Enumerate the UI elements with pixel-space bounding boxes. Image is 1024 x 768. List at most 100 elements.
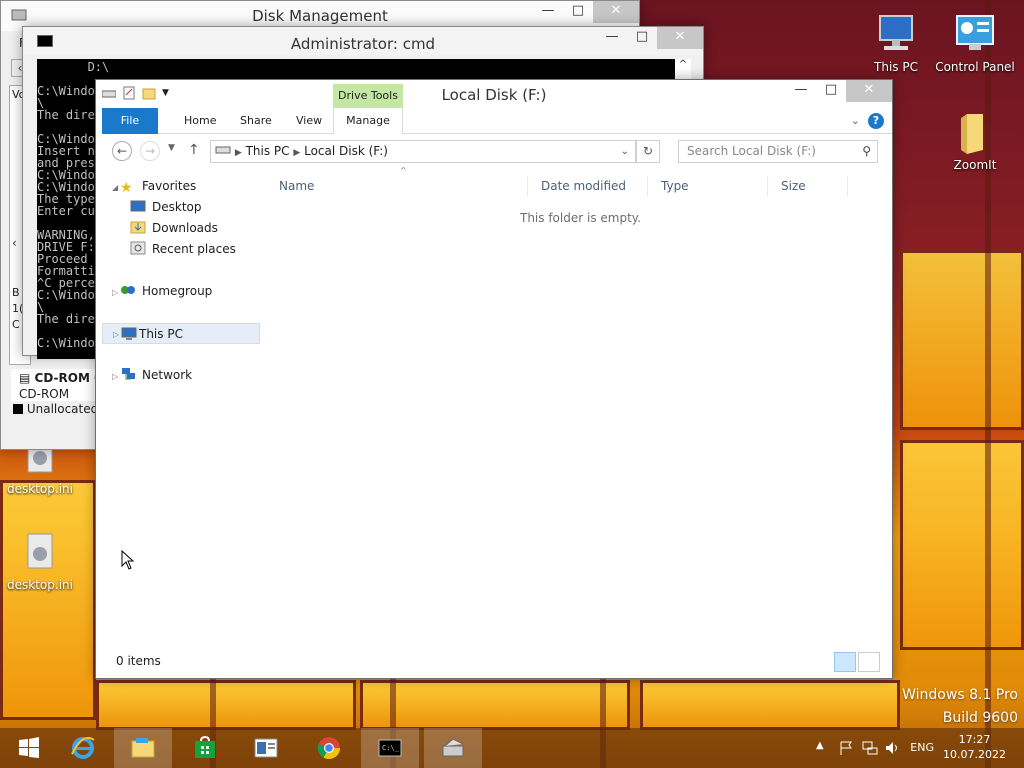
document-icon: [254, 736, 278, 760]
help-icon[interactable]: ?: [868, 113, 884, 129]
expand-arrow-icon[interactable]: ▷: [112, 288, 118, 297]
clock-time: 17:27: [958, 733, 991, 746]
column-date-modified[interactable]: Date modified: [528, 176, 648, 196]
column-size[interactable]: Size: [768, 176, 848, 196]
legend-unallocated: Unallocated: [13, 402, 98, 416]
breadcrumb-this-pc[interactable]: This PC: [246, 144, 290, 158]
desktop-icon-zoomit[interactable]: ZoomIt: [935, 110, 1015, 172]
disk-management-icon: [441, 736, 465, 760]
cd-drive-icon: ▤: [19, 371, 31, 385]
nav-item-recent-places[interactable]: Recent places: [130, 239, 236, 260]
recent-locations-icon[interactable]: ▼: [168, 143, 175, 153]
homegroup-icon: [120, 283, 136, 297]
search-input[interactable]: Search Local Disk (F:) ⚲: [678, 140, 878, 163]
store-icon: [193, 735, 217, 760]
scroll-left-icon[interactable]: ‹: [12, 236, 17, 250]
show-hidden-icons-icon[interactable]: ▲: [816, 740, 832, 756]
taskbar-internet-explorer[interactable]: [54, 728, 112, 768]
legend-label: Unallocated: [26, 402, 99, 416]
computer-icon: [121, 327, 137, 341]
clock[interactable]: 17:27 10.07.2022: [943, 732, 1006, 762]
column-type[interactable]: Type: [648, 176, 768, 196]
nav-item-this-pc[interactable]: ▷ This PC: [102, 323, 260, 344]
navigation-pane: ◢ ★ Favorites Desktop Downloads Recent pl…: [102, 176, 260, 644]
taskbar-file-explorer[interactable]: [114, 728, 172, 768]
desktop-icon-desktop-ini-2[interactable]: desktop.ini: [0, 530, 80, 592]
volume-icon[interactable]: [884, 740, 900, 756]
taskbar: C:\_ ▲ ENG 17:27 10.07.2022: [0, 728, 1024, 768]
address-dropdown-icon[interactable]: ⌄: [621, 141, 629, 162]
expand-ribbon-icon[interactable]: ⌄: [851, 114, 860, 127]
large-icons-view-button[interactable]: [858, 652, 880, 672]
minimize-button[interactable]: —: [786, 80, 816, 102]
details-view-button[interactable]: [834, 652, 856, 672]
nav-item-favorites[interactable]: ★ Favorites: [120, 176, 196, 197]
sort-ascending-icon: ^: [400, 166, 407, 175]
maximize-button[interactable]: □: [627, 27, 657, 49]
chevron-right-icon: ▶: [234, 148, 242, 158]
ribbon-tabs: File Home Share View Manage: [102, 108, 892, 134]
expand-arrow-icon[interactable]: ▷: [113, 324, 119, 345]
nav-item-network[interactable]: Network: [120, 365, 192, 386]
watermark-build: Build 9600: [942, 710, 1018, 726]
desktop-icon-label: desktop.ini: [7, 578, 73, 592]
column-name[interactable]: Name: [266, 176, 528, 196]
view-switcher: [834, 652, 880, 672]
back-button[interactable]: ←: [112, 141, 132, 161]
explorer-window: ▼ Drive Tools Local Disk (F:) — □ ✕ File…: [95, 79, 893, 679]
empty-folder-message: This folder is empty.: [520, 211, 641, 225]
taskbar-chrome[interactable]: [300, 728, 358, 768]
nav-label: Favorites: [142, 179, 197, 193]
drive-icon: [215, 144, 231, 158]
breadcrumb-local-disk[interactable]: Local Disk (F:): [304, 144, 388, 158]
chrome-icon: [317, 736, 341, 760]
folder-icon: [953, 110, 997, 154]
control-panel-icon: [953, 12, 997, 56]
tab-share[interactable]: Share: [228, 108, 284, 134]
input-language[interactable]: ENG: [910, 741, 934, 754]
nav-item-homegroup[interactable]: Homegroup: [120, 281, 212, 302]
desktop-icon-control-panel[interactable]: Control Panel: [935, 12, 1015, 74]
computer-icon: [874, 12, 918, 56]
tab-view[interactable]: View: [284, 108, 334, 134]
windows-watermark: Windows 8.1 Pro Build 9600: [902, 684, 1018, 730]
tab-file[interactable]: File: [102, 108, 158, 134]
tab-home[interactable]: Home: [172, 108, 228, 134]
forward-button[interactable]: →: [140, 141, 160, 161]
refresh-button[interactable]: ↻: [636, 140, 660, 163]
network-icon[interactable]: [862, 740, 878, 756]
status-bar-item-count: 0 items: [116, 654, 161, 668]
settings-file-icon: [18, 530, 62, 574]
title-bar: Administrator: cmd — □ ✕: [23, 27, 703, 55]
up-button[interactable]: ↑: [188, 142, 200, 158]
expand-arrow-icon[interactable]: ▷: [112, 372, 118, 381]
star-icon: ★: [120, 180, 133, 196]
taskbar-store[interactable]: [176, 728, 234, 768]
minimize-button[interactable]: —: [533, 1, 563, 23]
tab-manage[interactable]: Manage: [333, 108, 403, 134]
address-bar[interactable]: ▶ This PC ▶ Local Disk (F:) ⌄: [210, 140, 636, 163]
taskbar-cmd[interactable]: C:\_: [361, 728, 419, 768]
scroll-up-button[interactable]: ^: [675, 59, 691, 79]
maximize-button[interactable]: □: [816, 80, 846, 102]
start-button[interactable]: [0, 728, 58, 768]
legend-swatch: [13, 404, 23, 414]
maximize-button[interactable]: □: [563, 1, 593, 23]
close-button[interactable]: ✕: [846, 80, 892, 102]
desktop-icon-label: This PC: [874, 60, 918, 74]
downloads-icon: [130, 220, 146, 234]
close-button[interactable]: ✕: [593, 1, 639, 23]
close-button[interactable]: ✕: [657, 27, 703, 49]
nav-item-desktop[interactable]: Desktop: [130, 197, 202, 218]
nav-item-downloads[interactable]: Downloads: [130, 218, 218, 239]
taskbar-disk-management[interactable]: [424, 728, 482, 768]
flag-icon[interactable]: [838, 740, 854, 756]
desktop-icon-this-pc[interactable]: This PC: [856, 12, 936, 74]
desktop-icon-label: Control Panel: [935, 60, 1015, 74]
system-tray: ▲ ENG 17:27 10.07.2022: [794, 728, 1024, 768]
window-title: Local Disk (F:): [441, 86, 547, 104]
internet-explorer-icon: [71, 736, 95, 760]
minimize-button[interactable]: —: [597, 27, 627, 49]
taskbar-document-app[interactable]: [237, 728, 295, 768]
collapse-arrow-icon[interactable]: ◢: [112, 183, 118, 192]
